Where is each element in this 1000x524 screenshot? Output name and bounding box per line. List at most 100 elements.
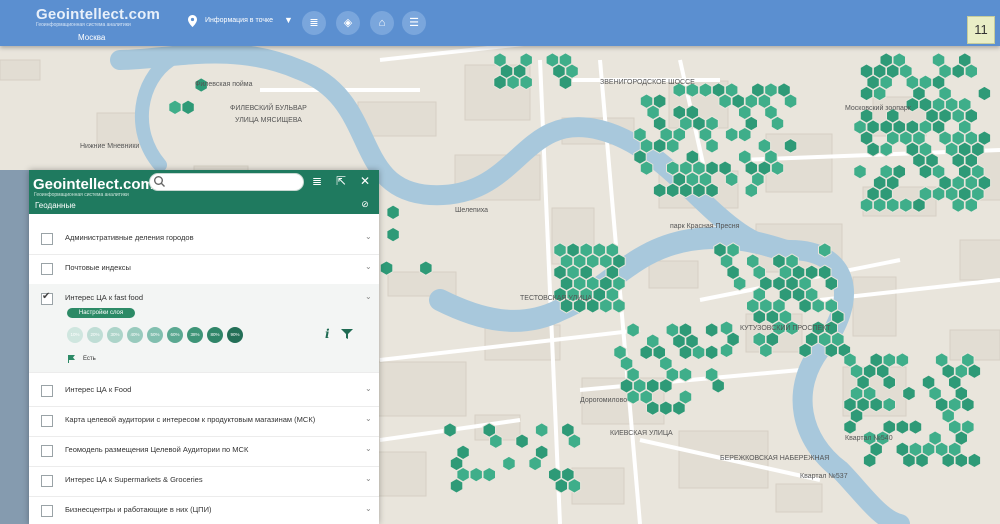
- density-hex[interactable]: [866, 141, 880, 158]
- density-hex[interactable]: [931, 186, 946, 202]
- density-hex[interactable]: [719, 342, 734, 359]
- density-hex[interactable]: [918, 163, 933, 180]
- density-hex[interactable]: [449, 478, 464, 494]
- chevron-down-icon[interactable]: ⌄: [365, 474, 372, 483]
- buildings-button[interactable]: ⌂: [370, 11, 394, 35]
- chevron-down-icon[interactable]: ⌄: [365, 232, 372, 241]
- chevron-down-icon[interactable]: ⌄: [365, 504, 372, 513]
- layer-row[interactable]: Интерес ЦА к Food ⌄: [29, 376, 379, 407]
- density-hex[interactable]: [506, 74, 520, 91]
- density-hex[interactable]: [515, 433, 529, 449]
- density-hex[interactable]: [964, 197, 978, 213]
- density-hex[interactable]: [168, 99, 182, 116]
- density-hex[interactable]: [941, 452, 955, 469]
- density-hex[interactable]: [886, 197, 900, 213]
- chevron-down-icon[interactable]: ⌄: [365, 384, 372, 393]
- density-hex[interactable]: [489, 433, 503, 449]
- density-hex[interactable]: [862, 452, 877, 469]
- density-hex[interactable]: [386, 226, 400, 243]
- density-hex[interactable]: [502, 455, 516, 472]
- panel-search-input[interactable]: [149, 173, 304, 191]
- density-hex[interactable]: [626, 389, 640, 405]
- density-hex[interactable]: [738, 126, 752, 143]
- density-hex[interactable]: [678, 344, 693, 361]
- density-hex[interactable]: [599, 298, 613, 314]
- layer-checkbox[interactable]: [41, 445, 53, 457]
- layer-checkbox[interactable]: [41, 385, 53, 397]
- density-hex[interactable]: [666, 138, 680, 154]
- density-hex[interactable]: [908, 419, 923, 435]
- database-panel-icon[interactable]: ≣: [309, 173, 325, 189]
- density-hex[interactable]: [652, 182, 667, 199]
- layer-checkbox[interactable]: [41, 263, 53, 275]
- density-hex[interactable]: [386, 204, 400, 221]
- density-hex[interactable]: [824, 342, 838, 359]
- density-hex[interactable]: [843, 419, 857, 435]
- density-hex[interactable]: [711, 378, 725, 394]
- density-hex[interactable]: [724, 126, 739, 143]
- density-hex[interactable]: [652, 138, 667, 154]
- density-hex[interactable]: [912, 197, 926, 213]
- density-hex[interactable]: [493, 74, 507, 91]
- density-hex[interactable]: [679, 182, 693, 199]
- hide-layers-icon[interactable]: ⊘: [357, 196, 373, 212]
- density-hex[interactable]: [567, 433, 582, 449]
- density-hex[interactable]: [732, 275, 747, 292]
- density-hex[interactable]: [554, 478, 568, 494]
- density-hex[interactable]: [646, 400, 660, 416]
- density-hex[interactable]: [977, 85, 992, 102]
- density-hex[interactable]: [770, 115, 785, 132]
- density-hex[interactable]: [639, 344, 653, 361]
- layer-checkbox[interactable]: [41, 415, 53, 427]
- density-hex[interactable]: [759, 342, 773, 359]
- density-hex[interactable]: [859, 197, 874, 213]
- layer-settings-button[interactable]: Настройки слоя: [67, 308, 135, 318]
- density-hex[interactable]: [666, 182, 680, 199]
- layer-checkbox[interactable]: [41, 475, 53, 487]
- density-hex[interactable]: [705, 138, 719, 154]
- density-hex[interactable]: [567, 478, 582, 494]
- brand-logo[interactable]: Geointellect.com Геоинформационная систе…: [20, 0, 170, 46]
- layer-row[interactable]: Почтовые индексы ⌄: [29, 254, 379, 285]
- density-hex[interactable]: [872, 85, 887, 102]
- density-hex[interactable]: [678, 366, 693, 383]
- density-hex[interactable]: [895, 352, 910, 368]
- density-hex[interactable]: [824, 275, 838, 292]
- density-hex[interactable]: [895, 419, 910, 435]
- density-hex[interactable]: [899, 197, 913, 213]
- filter-caret-icon[interactable]: ▼: [284, 15, 293, 25]
- layers-button[interactable]: ◈: [336, 11, 360, 35]
- layer-row[interactable]: Административные деления городов ⌄: [29, 224, 379, 255]
- close-icon[interactable]: ✕: [357, 173, 373, 189]
- density-hex[interactable]: [783, 138, 798, 154]
- density-hex[interactable]: [691, 344, 706, 361]
- density-hex[interactable]: [951, 63, 965, 79]
- density-hex[interactable]: [951, 197, 965, 213]
- density-hex[interactable]: [659, 378, 673, 394]
- stack-button[interactable]: ☰: [402, 11, 426, 35]
- density-hex[interactable]: [534, 422, 549, 438]
- density-hex[interactable]: [752, 309, 766, 325]
- density-hex[interactable]: [964, 63, 978, 79]
- density-hex[interactable]: [379, 260, 394, 276]
- density-hex[interactable]: [869, 396, 883, 413]
- density-hex[interactable]: [659, 400, 673, 416]
- density-hex[interactable]: [692, 182, 706, 199]
- info-icon[interactable]: i: [325, 327, 330, 341]
- density-hex[interactable]: [612, 298, 626, 314]
- density-hex[interactable]: [626, 322, 640, 338]
- density-hex[interactable]: [724, 171, 739, 188]
- zoom-level-badge[interactable]: 11: [967, 16, 995, 44]
- layer-checkbox[interactable]: [41, 233, 53, 245]
- chevron-down-icon[interactable]: ⌄: [365, 292, 372, 301]
- density-hex[interactable]: [902, 452, 916, 469]
- layer-row[interactable]: Бизнесцентры и работающие в них (ЦПИ) ⌄: [29, 496, 379, 524]
- chevron-down-icon[interactable]: ⌄: [365, 444, 372, 453]
- density-hex[interactable]: [967, 363, 982, 379]
- density-hex[interactable]: [419, 260, 433, 276]
- density-hex[interactable]: [967, 452, 982, 469]
- density-hex[interactable]: [902, 385, 916, 402]
- density-hex[interactable]: [519, 74, 533, 91]
- layer-checkbox[interactable]: [41, 505, 53, 517]
- density-hex[interactable]: [853, 163, 867, 180]
